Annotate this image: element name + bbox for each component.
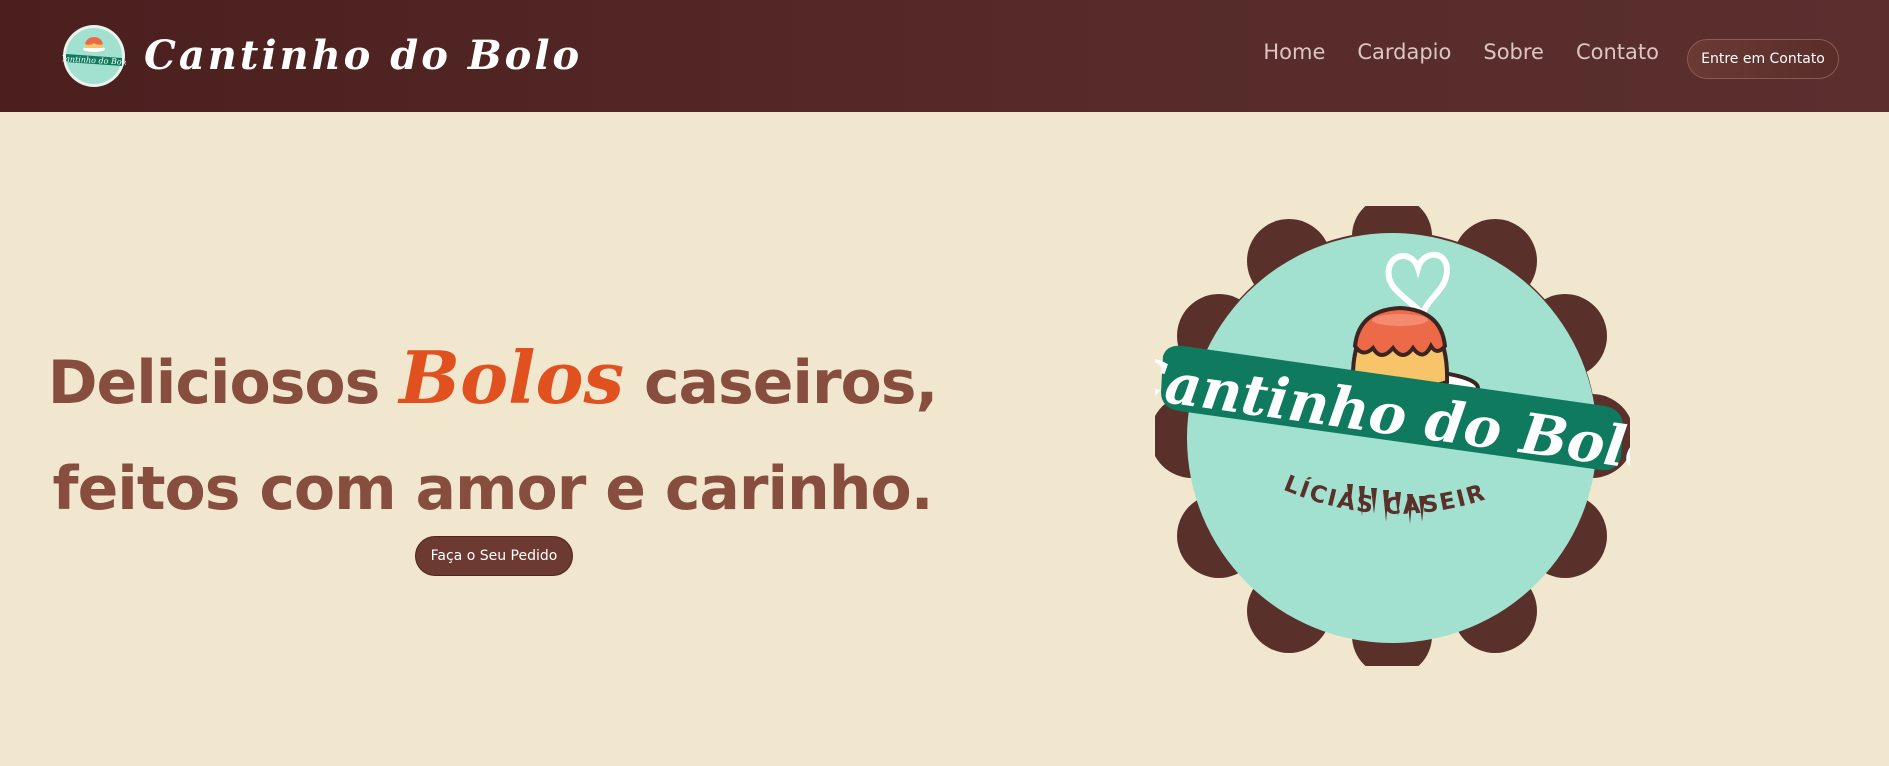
brand-logo-icon: Cantinho do Bolo — [62, 25, 126, 87]
hero-title-part1: Deliciosos — [47, 348, 381, 418]
hero-title-line-1: Deliciosos Bolos caseiros, — [0, 325, 985, 436]
site-header: Cantinho do Bolo Cantinho do Bolo Home C… — [0, 0, 1889, 112]
hero-title-part2: caseiros, — [643, 348, 938, 418]
hero-title-line-2: feitos com amor e carinho. — [52, 454, 933, 524]
nav-link-home[interactable]: Home — [1263, 38, 1325, 66]
nav-link-contato[interactable]: Contato — [1576, 38, 1659, 66]
hero-logo: Cantinho do Bolo DELÍCIAS CASEIRAS — [1155, 206, 1630, 666]
hero-title: Deliciosos Bolos caseiros, feitos com am… — [0, 325, 985, 542]
nav-link-cardapio[interactable]: Cardapio — [1357, 38, 1451, 66]
nav-link-sobre[interactable]: Sobre — [1483, 38, 1544, 66]
brand[interactable]: Cantinho do Bolo Cantinho do Bolo — [62, 24, 582, 88]
main-nav: Home Cardapio Sobre Contato — [1263, 38, 1659, 66]
contact-button[interactable]: Entre em Contato — [1687, 39, 1839, 79]
hero-title-accent: Bolos — [399, 335, 625, 420]
brand-name: Cantinho do Bolo — [144, 32, 583, 79]
order-button[interactable]: Faça o Seu Pedido — [415, 536, 573, 576]
